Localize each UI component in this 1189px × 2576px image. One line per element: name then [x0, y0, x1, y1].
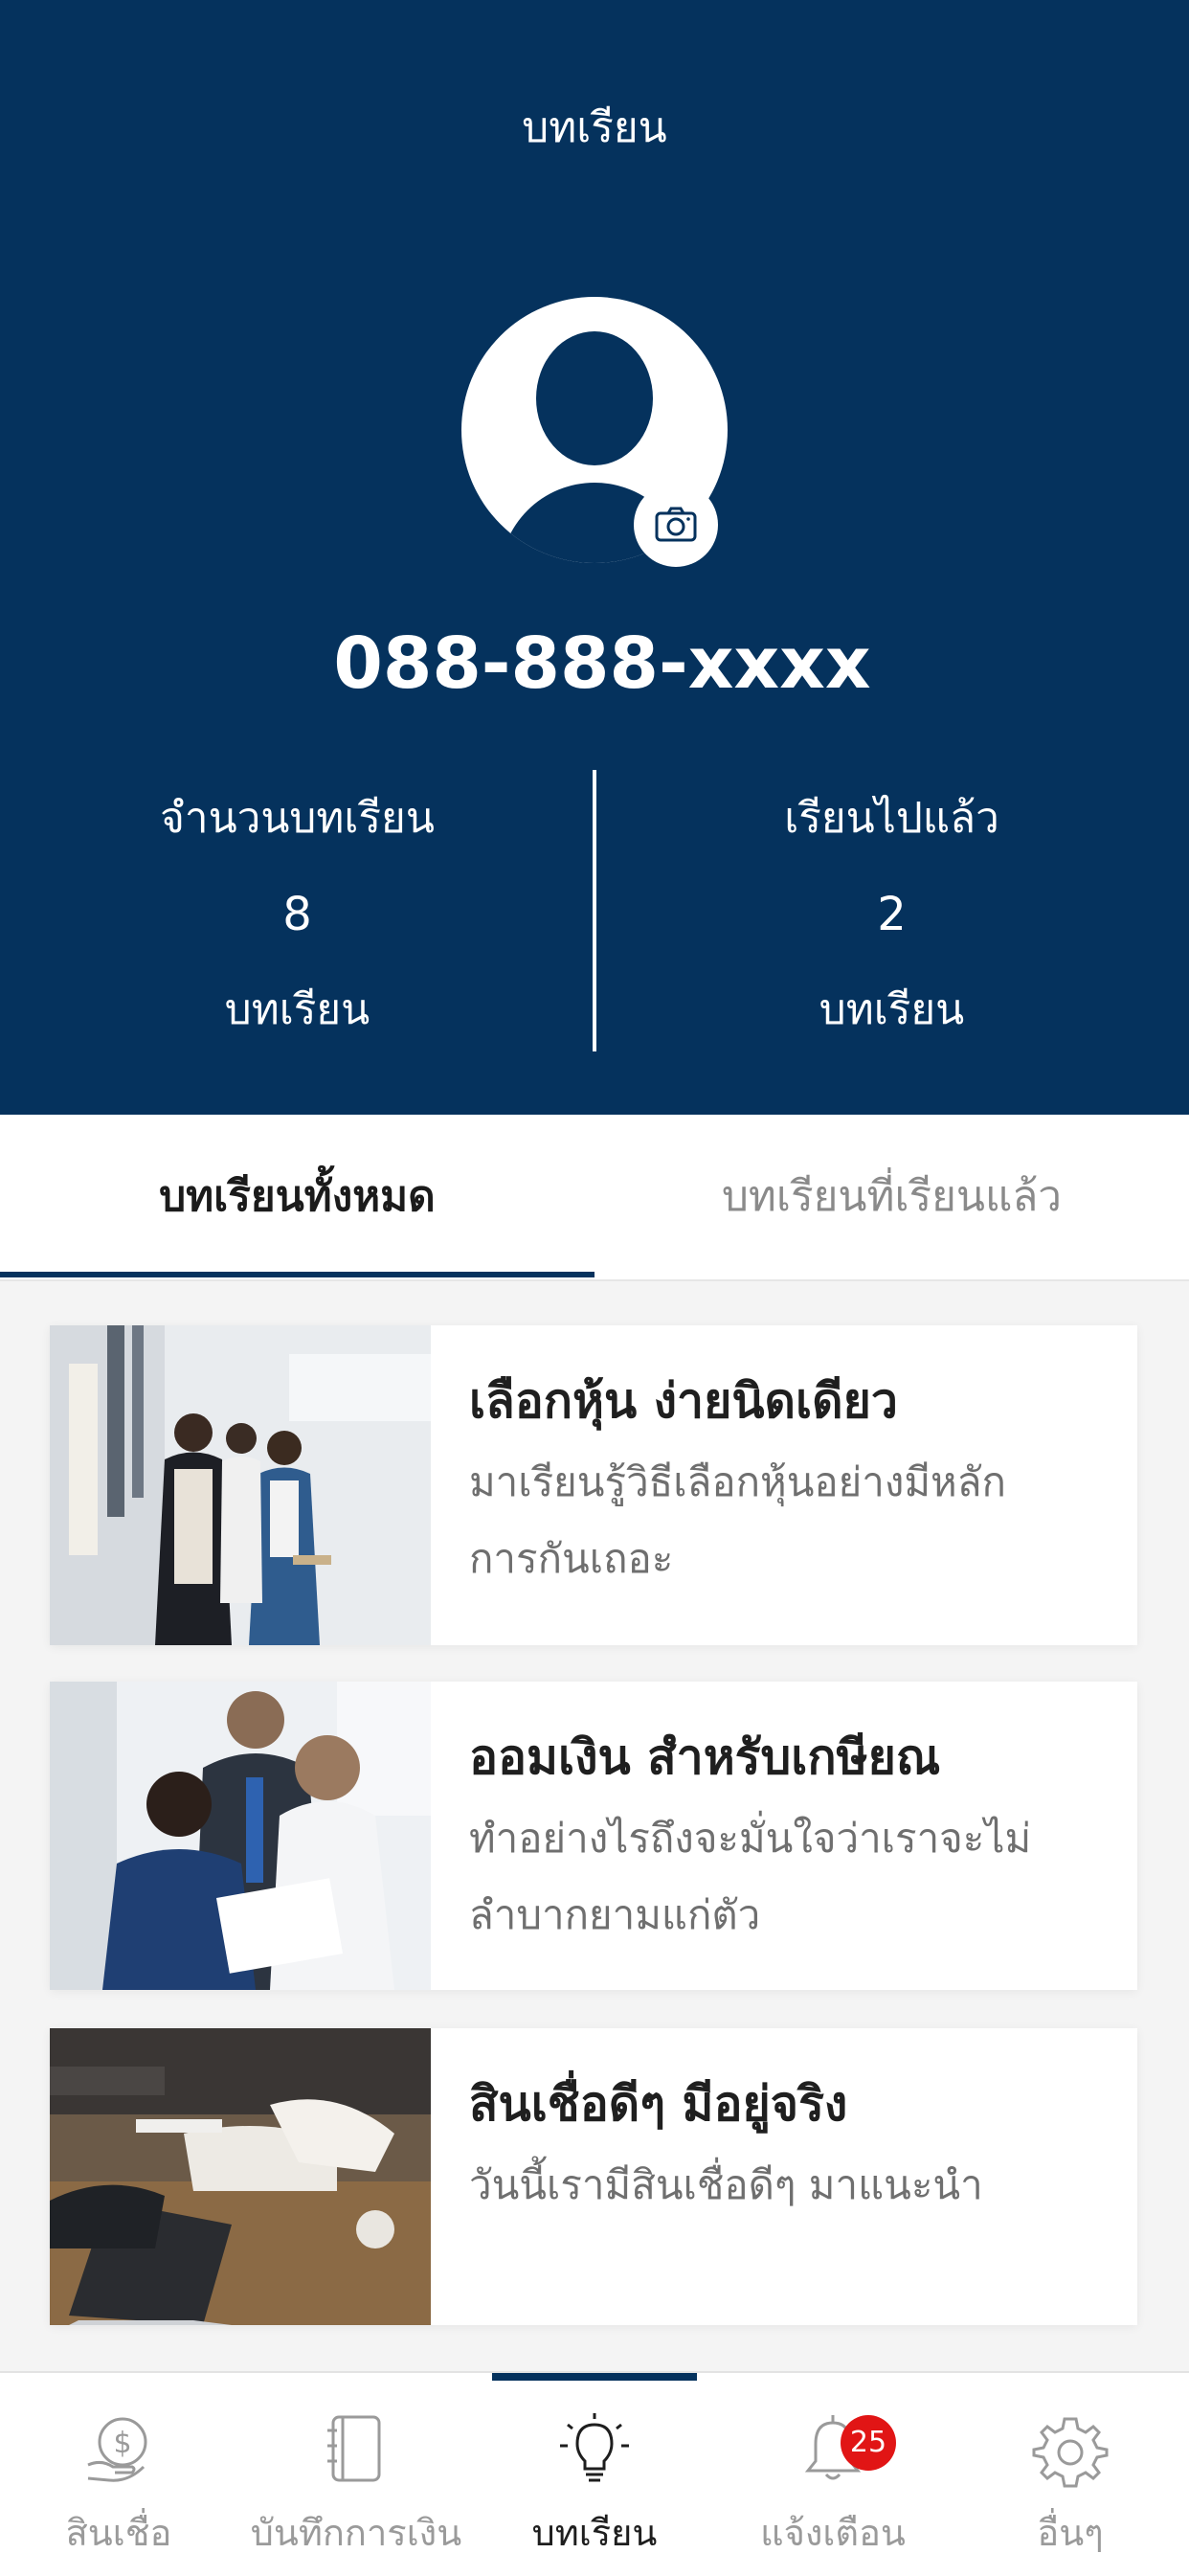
lesson-description-line: ลำบากยามแก่ตัว	[469, 1891, 761, 1938]
tab-completed-lessons[interactable]: บทเรียนที่เรียนแล้ว	[594, 1115, 1189, 1279]
loan-icon: $	[87, 2417, 147, 2482]
nav-label: บทเรียน	[531, 2512, 658, 2554]
lesson-description: มาเรียนรู้วิธีเลือกหุ้นอย่างมีหลัก การกั…	[469, 1444, 1099, 1597]
lesson-title: สินเชื่อดีๆ มีอยู่จริง	[469, 2076, 848, 2132]
lesson-description-line: มาเรียนรู้วิธีเลือกหุ้นอย่างมีหลัก	[469, 1458, 1006, 1505]
lesson-thumbnail-meeting	[50, 1325, 431, 1645]
svg-text:$: $	[113, 2427, 131, 2460]
nav-item-loans[interactable]: $ สินเชื่อ	[0, 2373, 237, 2576]
tab-all-lessons[interactable]: บทเรียนทั้งหมด	[0, 1115, 594, 1279]
lesson-description-line: วันนี้เรามีสินเชื่อดีๆ มาแนะนำ	[469, 2161, 983, 2208]
nav-item-more[interactable]: อื่นๆ	[952, 2373, 1189, 2576]
stat-done-label: เรียนไปแล้ว	[784, 794, 999, 843]
avatar-head-shape	[536, 331, 653, 465]
notebook-icon	[327, 2415, 381, 2482]
nav-label: แจ้งเตือน	[760, 2512, 906, 2554]
stat-done-lessons: เรียนไปแล้ว 2 บทเรียน	[594, 785, 1189, 1044]
nav-item-lessons[interactable]: บทเรียน	[475, 2373, 714, 2576]
nav-item-finance-notes[interactable]: บันทึกการเงิน	[237, 2373, 475, 2576]
lesson-card-text: เลือกหุ้น ง่ายนิดเดียว มาเรียนรู้วิธีเลื…	[469, 1325, 1099, 1597]
nav-label: อื่นๆ	[1037, 2512, 1104, 2554]
active-tab-indicator	[0, 1272, 594, 1277]
gear-icon	[1032, 2417, 1109, 2488]
lesson-card[interactable]: ออมเงิน สำหรับเกษียณ ทำอย่างไรถึงจะมั่นใ…	[50, 1682, 1137, 1990]
stat-total-lessons: จำนวนบทเรียน 8 บทเรียน	[0, 785, 594, 1044]
nav-label: บันทึกการเงิน	[250, 2512, 462, 2554]
lesson-list[interactable]: เลือกหุ้น ง่ายนิดเดียว มาเรียนรู้วิธีเลื…	[0, 1281, 1189, 2373]
lesson-thumbnail-laptop	[50, 2028, 431, 2325]
lesson-title: ออมเงิน สำหรับเกษียณ	[469, 1729, 941, 1785]
nav-label: สินเชื่อ	[65, 2512, 172, 2554]
lightbulb-icon	[560, 2413, 629, 2482]
phone-number: 088-888-xxxx	[333, 622, 871, 705]
lesson-thumbnail-office	[50, 1682, 431, 1990]
lesson-card[interactable]: สินเชื่อดีๆ มีอยู่จริง วันนี้เรามีสินเชื…	[50, 2028, 1137, 2325]
lesson-card-text: สินเชื่อดีๆ มีอยู่จริง วันนี้เรามีสินเชื…	[469, 2028, 1099, 2224]
notification-badge: 25	[841, 2415, 896, 2471]
lesson-card[interactable]: เลือกหุ้น ง่ายนิดเดียว มาเรียนรู้วิธีเลื…	[50, 1325, 1137, 1645]
lesson-card-text: ออมเงิน สำหรับเกษียณ ทำอย่างไรถึงจะมั่นใ…	[469, 1682, 1099, 1954]
stat-total-unit: บทเรียน	[224, 985, 370, 1034]
lesson-description-line: ทำอย่างไรถึงจะมั่นใจว่าเราจะไม่	[469, 1815, 1032, 1862]
lesson-description: ทำอย่างไรถึงจะมั่นใจว่าเราจะไม่ ลำบากยาม…	[469, 1800, 1099, 1954]
lesson-tabs: บทเรียนทั้งหมด บทเรียนที่เรียนแล้ว	[0, 1115, 1189, 1279]
stat-total-label: จำนวนบทเรียน	[160, 794, 435, 843]
lesson-title: เลือกหุ้น ง่ายนิดเดียว	[469, 1373, 898, 1429]
camera-icon[interactable]	[638, 486, 714, 563]
stat-done-value: 2	[877, 888, 907, 941]
profile-header: บทเรียน 088-888-xxxx จำนวนบทเรียน 8 บทเร…	[0, 0, 1189, 1115]
lesson-description-line: การกันเถอะ	[469, 1535, 674, 1582]
bottom-nav: $ สินเชื่อ บันทึกการเงิน บทเรียน 25 แจ้ง…	[0, 2371, 1189, 2576]
stat-done-unit: บทเรียน	[819, 985, 965, 1034]
page-title: บทเรียน	[522, 103, 667, 152]
stat-total-value: 8	[282, 888, 312, 941]
nav-item-notifications[interactable]: 25 แจ้งเตือน	[714, 2373, 952, 2576]
lesson-description: วันนี้เรามีสินเชื่อดีๆ มาแนะนำ	[469, 2147, 1099, 2224]
